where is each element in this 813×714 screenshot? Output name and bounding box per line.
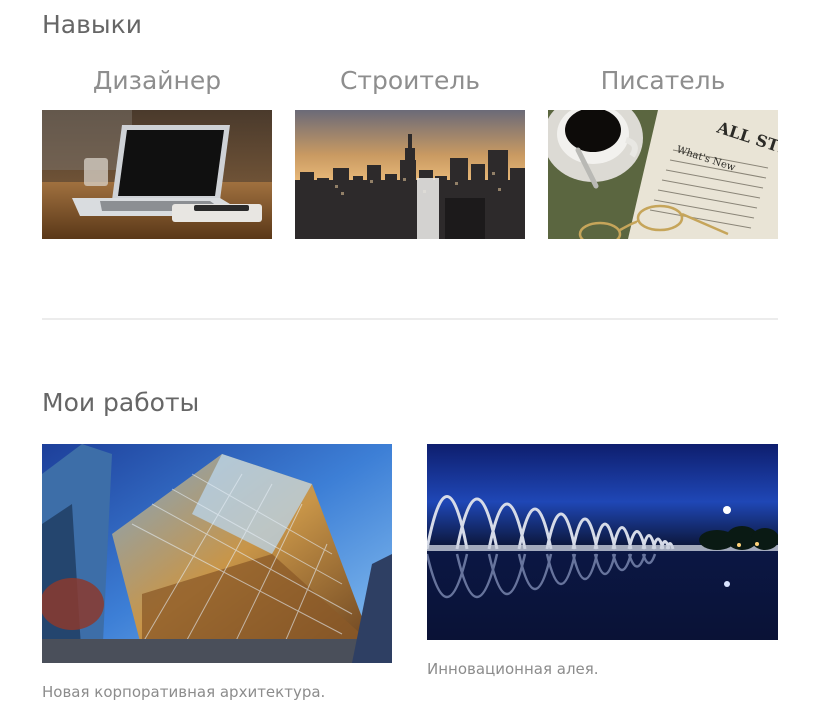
work-image-innovation-alley[interactable] — [427, 444, 778, 640]
arches-reflection-photo — [427, 444, 778, 640]
skill-image-builder[interactable] — [295, 110, 525, 239]
skill-label-designer: Дизайнер — [92, 66, 222, 95]
work-caption-corporate-architecture: Новая корпоративная архитектура. — [42, 683, 326, 701]
skill-image-designer[interactable] — [42, 110, 272, 239]
skill-label-builder: Строитель — [339, 66, 481, 95]
coffee-newspaper-photo: ALL STREE What's New — [548, 110, 778, 239]
laptop-photo — [42, 110, 272, 239]
skill-label-writer: Писатель — [600, 66, 726, 95]
section-divider — [42, 318, 778, 320]
work-caption-innovation-alley: Инновационная алея. — [427, 660, 599, 678]
work-image-corporate-architecture[interactable] — [42, 444, 392, 663]
city-skyline-photo — [295, 110, 525, 239]
skill-image-writer[interactable]: ALL STREE What's New — [548, 110, 778, 239]
skills-heading: Навыки — [42, 10, 142, 39]
works-heading: Мои работы — [42, 388, 200, 417]
glass-building-photo — [42, 444, 392, 663]
